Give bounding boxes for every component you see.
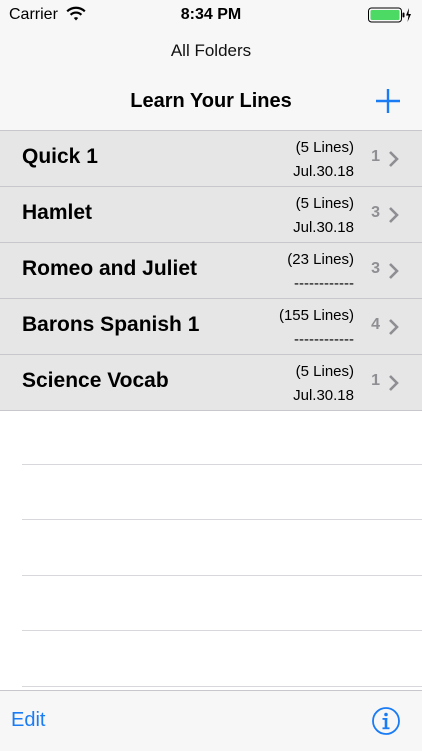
item-badge-count: 4 [371,316,380,333]
page-title: Learn Your Lines [130,90,292,112]
empty-row-separator [22,630,422,631]
item-date: ------------ [294,275,354,292]
item-badge-count: 3 [371,260,380,277]
bottom-toolbar: Edit [0,690,422,751]
chevron-right-icon [389,319,399,335]
item-title: Hamlet [22,201,93,224]
info-icon[interactable] [371,706,401,736]
chevron-right-icon [389,263,399,279]
item-line-count: (5 Lines) [295,139,354,156]
item-title: Quick 1 [22,145,98,168]
edit-button[interactable]: Edit [11,709,45,732]
item-date: Jul.30.18 [293,387,354,404]
list-item[interactable]: Hamlet (5 Lines) Jul.30.18 3 [0,187,422,243]
item-line-count: (23 Lines) [287,251,354,268]
chevron-right-icon [389,151,399,167]
item-badge-count: 3 [371,204,380,221]
folder-list: Quick 1 (5 Lines) Jul.30.18 1 Hamlet (5 … [0,131,422,411]
back-title[interactable]: All Folders [0,41,422,61]
list-item[interactable]: Romeo and Juliet (23 Lines) ------------… [0,243,422,299]
plus-icon[interactable] [373,86,403,116]
list-item[interactable]: Science Vocab (5 Lines) Jul.30.18 1 [0,355,422,411]
item-date: ------------ [294,331,354,348]
list-item[interactable]: Barons Spanish 1 (155 Lines) -----------… [0,299,422,355]
status-time: 8:34 PM [180,6,242,23]
item-title: Barons Spanish 1 [22,313,200,336]
chevron-right-icon [389,375,399,391]
empty-row-separator [22,464,422,465]
empty-row-separator [22,575,422,576]
item-line-count: (5 Lines) [295,363,354,380]
battery-icon [368,7,411,23]
item-line-count: (5 Lines) [295,195,354,212]
item-title: Romeo and Juliet [22,257,198,280]
item-badge-count: 1 [371,148,380,165]
list-item[interactable]: Quick 1 (5 Lines) Jul.30.18 1 [0,131,422,187]
empty-row-separator [22,686,422,687]
item-date: Jul.30.18 [293,163,354,180]
item-date: Jul.30.18 [293,219,354,236]
chevron-right-icon [389,207,399,223]
item-line-count: (155 Lines) [278,307,354,324]
item-badge-count: 1 [371,372,380,389]
status-bar: Carrier 8:34 PM [0,0,422,30]
empty-row-separator [22,519,422,520]
item-title: Science Vocab [22,369,169,392]
navigation-bar: All Folders Learn Your Lines [0,30,422,131]
